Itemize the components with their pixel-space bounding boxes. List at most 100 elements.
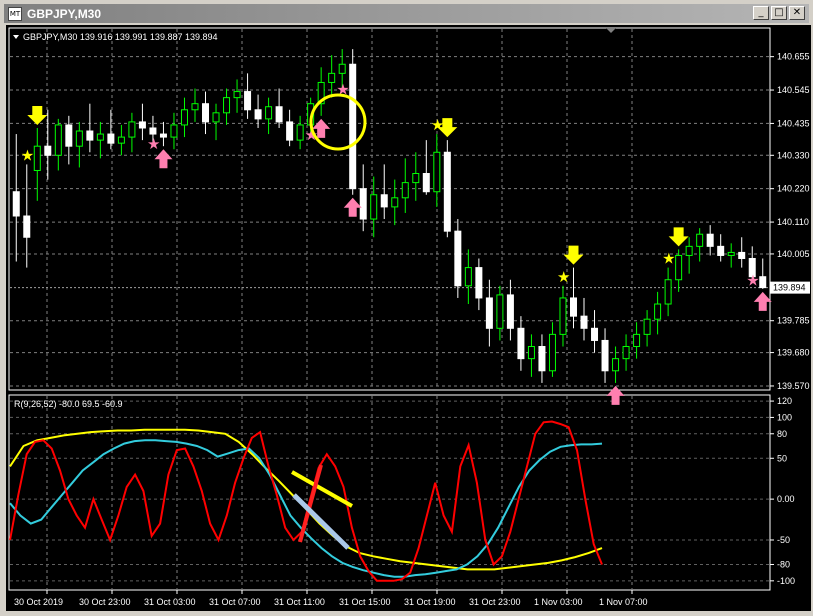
candle-body [601,339,609,372]
shift-marker-icon[interactable] [606,28,616,33]
collapse-triangle-icon[interactable] [13,35,19,39]
candle-body [117,136,125,144]
candle-body [475,267,483,299]
window-titlebar[interactable]: MT GBPJPY,M30 _ □ ✕ [4,4,809,23]
price-panel-frame [8,27,771,391]
time-label: 31 Oct 19:00 [404,597,456,607]
time-label: 31 Oct 15:00 [339,597,391,607]
candle-body [527,346,535,360]
minimize-icon[interactable]: _ [753,6,769,20]
price-label: 140.545 [777,85,810,95]
candle-body [738,251,746,259]
chart-canvas[interactable]: ★★★★★★★★ 30 Oct 2019 30 Oct 23:00 31 Oct 0… [6,25,811,611]
candle-body [696,233,704,247]
yellow-star-icon: ★ [557,269,570,286]
ind-label: 50 [777,453,787,463]
ind-label: -50 [777,535,790,545]
candle-body [359,188,367,220]
candle-body [370,194,378,220]
chart-window: MT GBPJPY,M30 _ □ ✕ ★ ★ ★ ★ ★ ★ ★ ★ 30 Oct 2019… [0,0,813,613]
chart-area[interactable]: ★ ★ ★ ★ ★ ★ ★ ★ 30 Oct 2019 30 Oct 23:00 31 Oct 0… [6,25,811,611]
price-label: 140.655 [777,52,810,62]
yellow-star-icon: ★ [662,251,675,268]
candle-body [548,333,556,372]
sell-arrow-icon [668,227,689,247]
candle-body [244,91,252,111]
candle-body [612,358,620,372]
candle-body [128,121,136,138]
candle-body [86,130,94,141]
candle-body [44,145,52,156]
candles [12,49,767,383]
candle-body [170,124,178,138]
chart-window-icon: MT [8,6,22,21]
indicator-panel-frame [8,394,771,591]
candle-body [149,127,157,135]
candle-body [664,279,672,305]
ind-label: 100 [777,412,792,422]
sell-arrow-icon [563,245,584,265]
candle-body [559,297,567,335]
sell-arrow-icon [27,105,48,125]
candle-body [685,245,693,256]
time-label: 31 Oct 11:00 [274,597,325,607]
candle-body [727,251,735,256]
pink-star-icon: ★ [746,273,759,290]
candle-body [422,173,430,193]
candle-body [233,91,241,99]
window-title: GBPJPY,M30 [27,6,102,21]
candle-body [643,318,651,335]
time-label: 30 Oct 2019 [14,597,63,607]
price-label: 139.570 [777,381,810,391]
candle-body [401,182,409,199]
candle-body [202,103,210,123]
candle-body [338,63,346,74]
indicator-lines [9,420,603,582]
candle-body [675,254,683,281]
candle-body [412,173,420,184]
candle-body [391,197,399,208]
price-label: 140.110 [777,217,809,227]
candle-body [443,151,451,232]
price-label: 139.680 [777,348,810,358]
price-label: 140.005 [777,249,810,259]
candle-body [464,267,472,287]
candle-body [328,72,336,83]
candle-body [275,106,283,123]
buy-arrow-icon [606,385,625,405]
candle-body [138,121,146,129]
time-label: 1 Nov 07:00 [599,597,648,607]
ind-label: 0.00 [777,494,795,504]
candle-body [96,133,104,141]
time-label: 31 Oct 07:00 [209,597,261,607]
time-label: 30 Oct 23:00 [79,597,131,607]
candle-body [54,124,62,156]
candle-body [569,297,577,317]
yellow-star-icon: ★ [431,117,444,134]
candle-body [12,191,20,217]
candle-body [265,106,273,120]
restore-icon[interactable]: □ [771,6,787,20]
candle-body [23,215,31,238]
candle-body [591,327,599,341]
time-label: 31 Oct 03:00 [144,597,196,607]
ind-label: 120 [777,396,792,406]
fast-line [9,420,603,582]
candle-body [296,124,304,141]
candle-body [159,133,167,138]
candle-body [517,327,525,360]
price-label: 139.785 [777,316,810,326]
candle-body [454,230,462,287]
candle-body [706,233,714,247]
candle-body [107,133,115,144]
price-label: 140.330 [777,150,810,160]
ind-label: 80 [777,429,787,439]
candle-body [380,194,388,208]
indicator-label: R(9,26,52) -80.0 69.5 -60.9 [14,399,123,409]
current-price-text: 139.894 [773,283,806,293]
buy-arrow-icon [753,291,772,311]
candle-body [223,97,231,114]
close-icon[interactable]: ✕ [789,6,805,20]
candle-body [622,346,630,360]
candle-body [496,294,504,329]
